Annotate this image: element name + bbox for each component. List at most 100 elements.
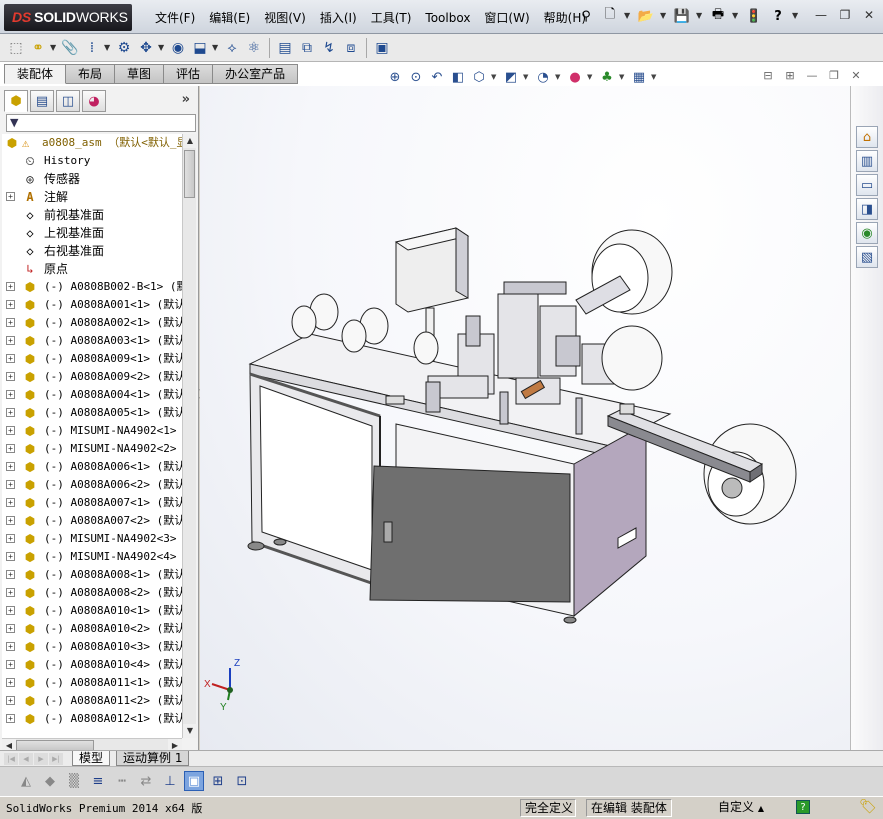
linear-pattern-icon[interactable]: ⁞	[82, 37, 102, 59]
solidworks-logo[interactable]: DS SOLIDWORKS	[4, 4, 132, 31]
expand-icon[interactable]: +	[6, 714, 15, 723]
tree-item[interactable]: + ⬢ (-) MISUMI-NA4902<3> (默	[2, 530, 182, 548]
display-style-icon[interactable]: ◩	[502, 68, 520, 86]
tree-item[interactable]: + ⬢ (-) A0808B002-B<1> (默认	[2, 278, 182, 296]
tree-item[interactable]: + ⬢ (-) A0808A008<2> (默认<	[2, 584, 182, 602]
menu-item-6[interactable]: 窗口(W)	[477, 9, 536, 27]
split-horizontal-icon[interactable]: ⊟	[760, 70, 776, 84]
tab-2[interactable]: 草图	[115, 64, 165, 84]
show-hidden-icon[interactable]: ◉	[168, 37, 188, 59]
expand-icon[interactable]: +	[6, 642, 15, 651]
assembly-feature-icon[interactable]: ⬓	[190, 37, 210, 59]
draft-quality-icon[interactable]: ▒	[64, 771, 84, 791]
expand-icon[interactable]: +	[6, 588, 15, 597]
scroll-up-icon[interactable]: ▲	[183, 134, 197, 148]
tree-item[interactable]: + ⬢ (-) A0808A009<2> (默认<	[2, 368, 182, 386]
new-doc-icon[interactable]: 🗋	[600, 6, 620, 26]
shaded-icon[interactable]: ◆	[40, 771, 60, 791]
tab-3[interactable]: 评估	[164, 64, 214, 84]
tree-item[interactable]: + ⬢ (-) A0808A010<3> (默认<	[2, 638, 182, 656]
expand-icon[interactable]: +	[6, 408, 15, 417]
dropdown-arrow-icon[interactable]: ▼	[212, 38, 220, 58]
tab-1[interactable]: 布局	[66, 64, 116, 84]
bottom-tab-0[interactable]: 模型	[72, 751, 111, 766]
tree-filter-icon[interactable]: ▼	[6, 114, 196, 132]
status-help-icon[interactable]: ?	[796, 800, 810, 814]
table-icon[interactable]: ⊞	[208, 771, 228, 791]
menu-item-2[interactable]: 视图(V)	[257, 9, 313, 27]
tree-item[interactable]: + ⬢ (-) MISUMI-NA4902<4> (默	[2, 548, 182, 566]
tree-item[interactable]: ◇ 右视基准面	[2, 242, 182, 260]
expand-icon[interactable]: +	[6, 318, 15, 327]
expand-icon[interactable]: +	[6, 624, 15, 633]
menu-item-5[interactable]: Toolbox	[418, 9, 477, 27]
configuration-manager-icon[interactable]: ◫	[56, 90, 80, 112]
dropdown-arrow-icon[interactable]: ▼	[158, 38, 166, 58]
tree-item[interactable]: + ⬢ (-) A0808A009<1> (默认<	[2, 350, 182, 368]
tag-icon[interactable]: 🏷	[859, 799, 877, 815]
exploded-view-icon[interactable]: ⧉	[297, 37, 317, 59]
shaded-edges-icon[interactable]: ◭	[16, 771, 36, 791]
expand-icon[interactable]: +	[6, 354, 15, 363]
tree-item[interactable]: + ⬢ (-) A0808A006<1> (默认<	[2, 458, 182, 476]
smart-fasteners-icon[interactable]: ⚙	[114, 37, 134, 59]
tree-item[interactable]: ◇ 前视基准面	[2, 206, 182, 224]
menu-item-4[interactable]: 工具(T)	[364, 9, 419, 27]
instant3d-icon[interactable]: ▣	[372, 37, 392, 59]
last-tab-icon[interactable]: ▶|	[49, 753, 63, 765]
new-motion-icon[interactable]: ⚛	[244, 37, 264, 59]
tree-item[interactable]: + ⬢ (-) A0808A010<1> (默认<	[2, 602, 182, 620]
close-icon[interactable]: ✕	[859, 8, 879, 24]
dropdown-arrow-icon[interactable]: ▼	[696, 6, 704, 26]
print-icon[interactable]: 🖶	[708, 6, 728, 26]
tree-item[interactable]: ⏲ History	[2, 152, 182, 170]
scroll-thumb[interactable]	[184, 150, 195, 198]
dropdown-arrow-icon[interactable]: ▼	[660, 6, 668, 26]
tree-item[interactable]: + ⬢ (-) A0808A005<1> (默认<	[2, 404, 182, 422]
view-orientation-icon[interactable]: ⬡	[470, 68, 488, 86]
hide-show-icon[interactable]: ◔	[534, 68, 552, 86]
line-weight-icon[interactable]: ≡	[88, 771, 108, 791]
box-view-icon[interactable]: ▣	[184, 771, 204, 791]
zoom-area-icon[interactable]: ⊙	[407, 68, 425, 86]
insert-component-icon[interactable]: ⬚	[6, 37, 26, 59]
appearances-icon[interactable]: ◉	[856, 222, 878, 244]
previous-view-icon[interactable]: ↶	[428, 68, 446, 86]
save-view-icon[interactable]: ⊡	[232, 771, 252, 791]
apply-scene-icon[interactable]: ♣	[598, 68, 616, 86]
home-icon[interactable]: ⌂	[856, 126, 878, 148]
tab-4[interactable]: 办公室产品	[213, 64, 299, 84]
expand-icon[interactable]: +	[6, 480, 15, 489]
tree-item[interactable]: + ⬢ (-) A0808A004<1> (默认<	[2, 386, 182, 404]
menu-item-1[interactable]: 编辑(E)	[202, 9, 257, 27]
expand-icon[interactable]: +	[6, 552, 15, 561]
document-close-icon[interactable]: ✕	[848, 70, 864, 84]
first-tab-icon[interactable]: |◀	[4, 753, 18, 765]
bill-of-materials-icon[interactable]: ▤	[275, 37, 295, 59]
tree-item[interactable]: + ⬢ (-) A0808A010<4> (默认<	[2, 656, 182, 674]
expand-icon[interactable]: +	[6, 606, 15, 615]
document-minimize-icon[interactable]: —	[804, 70, 820, 84]
dropdown-arrow-icon[interactable]: ▼	[104, 38, 112, 58]
assembly-model[interactable]: Z X Y	[200, 86, 850, 750]
edit-appearance-icon[interactable]: ●	[566, 68, 584, 86]
tree-item[interactable]: + ⬢ (-) MISUMI-NA4902<1> (默	[2, 422, 182, 440]
expand-icon[interactable]: +	[6, 372, 15, 381]
panel-expand-icon[interactable]: »	[182, 92, 190, 107]
tree-vertical-scrollbar[interactable]: ▲ ▼	[182, 134, 197, 738]
tree-item[interactable]: + ⬢ (-) A0808A003<1> (默认<	[2, 332, 182, 350]
expand-icon[interactable]: +	[6, 678, 15, 687]
dropdown-arrow-icon[interactable]: ▼	[619, 73, 627, 81]
expand-icon[interactable]: +	[6, 282, 15, 291]
property-manager-icon[interactable]: ▤	[30, 90, 54, 112]
expand-icon[interactable]: +	[6, 660, 15, 669]
menu-item-3[interactable]: 插入(I)	[313, 9, 364, 27]
mate-icon[interactable]: ⚭	[28, 37, 48, 59]
graphics-area[interactable]: Z X Y	[200, 86, 850, 750]
dropdown-arrow-icon[interactable]: ▼	[732, 6, 740, 26]
tree-item[interactable]: + ⬢ (-) A0808A001<1> (默认<	[2, 296, 182, 314]
expand-icon[interactable]: +	[6, 696, 15, 705]
restore-icon[interactable]: ❐	[835, 8, 855, 24]
expand-icon[interactable]: +	[6, 390, 15, 399]
tree-item[interactable]: + A 注解	[2, 188, 182, 206]
